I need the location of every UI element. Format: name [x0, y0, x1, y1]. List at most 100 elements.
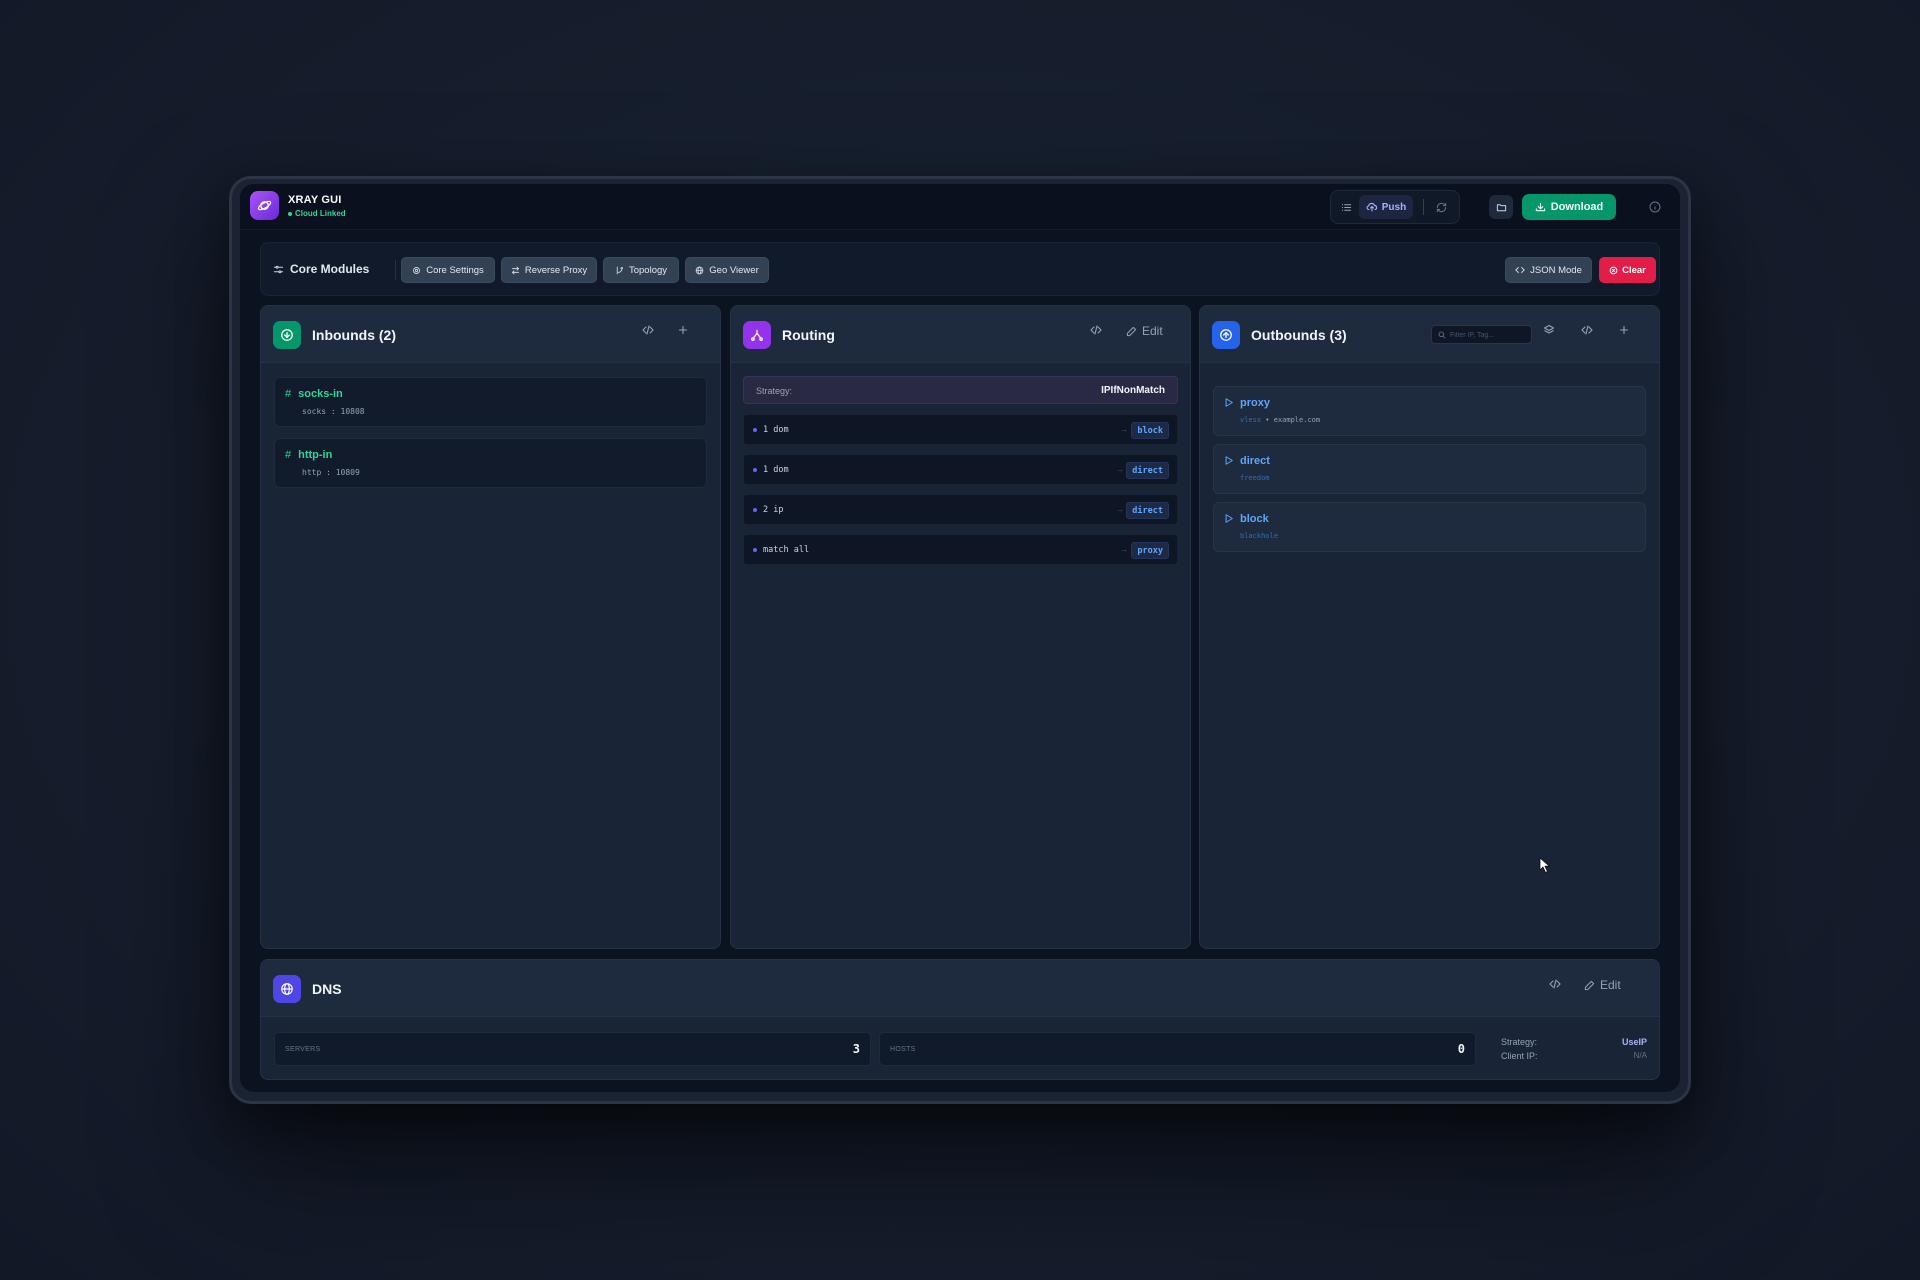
- core-settings-button[interactable]: Core Settings: [401, 257, 495, 283]
- add-outbound-icon[interactable]: [1618, 324, 1630, 336]
- clear-label: Clear: [1622, 264, 1646, 276]
- pencil-icon: [1126, 326, 1137, 336]
- inbound-item-http-in[interactable]: # http-in http : 10809: [274, 438, 707, 488]
- dns-strategy-label: Strategy:: [1501, 1037, 1538, 1047]
- dns-hosts-stat: HOSTS 0: [879, 1032, 1476, 1066]
- download-label: Download: [1550, 201, 1604, 213]
- outbound-tag: block: [1240, 513, 1269, 525]
- geo-viewer-label: Geo Viewer: [709, 264, 759, 276]
- outbound-host: example.com: [1273, 416, 1321, 424]
- core-modules-label: Core Modules: [290, 262, 370, 276]
- list-icon[interactable]: [1338, 199, 1354, 215]
- send-icon: [1225, 456, 1233, 465]
- arrow-right-icon: →: [1120, 545, 1128, 554]
- inbound-tag: # http-in: [285, 449, 332, 461]
- inbounds-header: Inbounds (2): [261, 306, 720, 363]
- layers-icon[interactable]: [1543, 324, 1555, 336]
- status-dot: [288, 211, 292, 216]
- rule-condition: 1 dom: [763, 425, 789, 435]
- routing-rule[interactable]: match all → proxy: [743, 534, 1178, 565]
- pencil-icon: [1584, 980, 1595, 990]
- git-branch-icon: [616, 266, 623, 274]
- rule-condition: match all: [763, 545, 810, 555]
- inbound-detail: socks : 10808: [302, 407, 365, 416]
- servers-value: 3: [852, 1042, 860, 1056]
- json-mode-label: JSON Mode: [1530, 264, 1582, 276]
- rule-target: direct: [1126, 462, 1169, 479]
- arrow-right-icon: →: [1116, 505, 1124, 514]
- outbounds-title: Outbounds (3): [1251, 327, 1347, 343]
- routing-edit-button[interactable]: Edit: [1126, 324, 1163, 338]
- routing-rule[interactable]: 1 dom → block: [743, 414, 1178, 445]
- routing-edit-label: Edit: [1142, 324, 1163, 338]
- add-inbound-icon[interactable]: [677, 324, 689, 336]
- core-modules-title: Core Modules: [273, 262, 369, 276]
- inbounds-code-icon[interactable]: [642, 324, 654, 336]
- dns-header: DNS Edit: [261, 960, 1659, 1017]
- strategy-value: IPIfNonMatch: [1101, 385, 1165, 396]
- core-settings-label: Core Settings: [426, 264, 484, 276]
- sliders-icon: [273, 265, 284, 273]
- inbound-tag-label: http-in: [298, 449, 333, 461]
- reverse-proxy-label: Reverse Proxy: [524, 264, 588, 276]
- arrows-icon: [511, 266, 519, 274]
- dns-code-icon[interactable]: [1549, 978, 1561, 990]
- app-window: XRAY GUI Cloud Linked Push Download Core…: [240, 184, 1680, 1092]
- mouse-cursor-icon: [1539, 857, 1550, 873]
- outbounds-header: Outbounds (3): [1200, 306, 1659, 363]
- inbound-item-socks-in[interactable]: # socks-in socks : 10808: [274, 377, 707, 427]
- top-bar: XRAY GUI Cloud Linked Push Download: [240, 184, 1680, 230]
- cloud-status: Cloud Linked: [288, 209, 346, 218]
- push-button[interactable]: Push: [1359, 195, 1413, 219]
- app-title: XRAY GUI: [288, 194, 342, 206]
- reverse-proxy-button[interactable]: Reverse Proxy: [501, 257, 597, 283]
- outbound-protocol: freedom: [1240, 474, 1270, 482]
- topology-button[interactable]: Topology: [603, 257, 679, 283]
- rule-dot: [753, 508, 757, 512]
- json-mode-button[interactable]: JSON Mode: [1505, 257, 1592, 283]
- inbounds-title: Inbounds (2): [312, 327, 396, 343]
- filter-input[interactable]: [1450, 329, 1528, 341]
- app-logo: [250, 191, 279, 220]
- outbound-arrow-icon: [1212, 321, 1240, 349]
- download-button[interactable]: Download: [1522, 194, 1616, 220]
- inbounds-panel: Inbounds (2) # socks-in socks : 10808 # ht…: [260, 305, 721, 949]
- outbound-tag: proxy: [1240, 397, 1270, 409]
- inbound-detail: http : 10809: [302, 468, 360, 477]
- arrow-right-icon: →: [1120, 425, 1128, 434]
- dns-strategy-value: UseIP: [1621, 1037, 1647, 1047]
- rule-target: block: [1131, 422, 1169, 439]
- routing-rule[interactable]: 2 ip → direct: [743, 494, 1178, 525]
- dns-edit-button[interactable]: Edit: [1584, 978, 1621, 992]
- gear-icon: [413, 266, 421, 274]
- routing-panel: Routing Edit Strategy: IPIfNonMatch 1 do…: [730, 305, 1191, 949]
- open-folder-button[interactable]: [1489, 195, 1513, 219]
- push-label: Push: [1381, 201, 1407, 213]
- info-icon[interactable]: [1647, 199, 1663, 215]
- outbound-item-direct[interactable]: direct freedom: [1213, 444, 1646, 494]
- globe-icon: [695, 266, 704, 274]
- routing-rule[interactable]: 1 dom → direct: [743, 454, 1178, 485]
- search-icon: [1438, 331, 1446, 339]
- outbound-filter[interactable]: [1431, 325, 1532, 344]
- clear-button[interactable]: Clear: [1599, 257, 1656, 283]
- client-ip-label: Client IP:: [1501, 1051, 1538, 1061]
- refresh-icon[interactable]: [1433, 199, 1449, 215]
- rule-dot: [753, 548, 757, 552]
- outbound-item-block[interactable]: block blackhole: [1213, 502, 1646, 552]
- arrow-right-icon: →: [1116, 465, 1124, 474]
- rule-target: proxy: [1131, 542, 1169, 559]
- rule-target: direct: [1126, 502, 1169, 519]
- outbounds-code-icon[interactable]: [1581, 324, 1593, 336]
- routing-header: Routing Edit: [731, 306, 1190, 363]
- outbound-item-proxy[interactable]: proxy vless • example.com: [1213, 386, 1646, 436]
- topology-label: Topology: [628, 264, 668, 276]
- geo-viewer-button[interactable]: Geo Viewer: [685, 257, 769, 283]
- code-icon: [1515, 267, 1525, 273]
- dns-panel: DNS Edit SERVERS 3 HOSTS 0 Strategy: Use…: [260, 959, 1660, 1080]
- hash-icon: #: [285, 449, 292, 461]
- globe-icon: [273, 975, 301, 1003]
- routing-code-icon[interactable]: [1090, 324, 1102, 336]
- servers-label: SERVERS: [285, 1046, 321, 1053]
- toolbar-divider: [1423, 199, 1424, 215]
